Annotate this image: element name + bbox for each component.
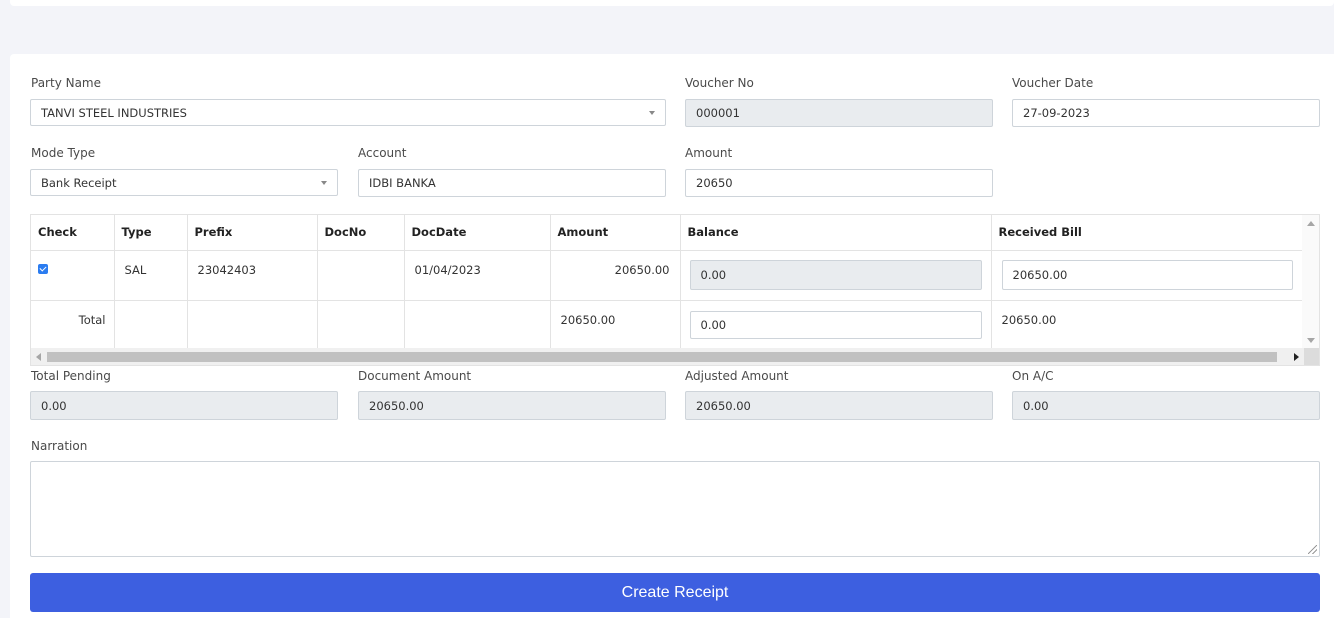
row-prefix: 23042403	[187, 250, 318, 301]
col-header-prefix[interactable]: Prefix	[187, 215, 318, 251]
mode-type-select[interactable]: Bank Receipt	[30, 169, 338, 196]
document-amount-label: Document Amount	[358, 369, 472, 383]
grid-vertical-scrollbar[interactable]	[1302, 215, 1319, 349]
amount-input[interactable]: 20650	[685, 169, 993, 197]
row-checkbox[interactable]	[38, 263, 48, 274]
adjusted-amount-field: 20650.00	[685, 391, 993, 420]
account-value: IDBI BANKA	[369, 176, 436, 190]
bill-table: Check Type Prefix DocNo DocDate Amount B…	[31, 215, 1304, 351]
scroll-thumb[interactable]	[47, 352, 1277, 362]
chevron-down-icon	[321, 180, 327, 185]
row-balance-cell: 0.00	[680, 250, 992, 301]
narration-textarea[interactable]	[30, 461, 1320, 557]
row-docno	[317, 250, 405, 301]
party-name-select[interactable]: TANVI STEEL INDUSTRIES	[30, 99, 666, 126]
row-received-bill-value: 20650.00	[1012, 268, 1068, 282]
document-amount-value: 20650.00	[369, 398, 424, 413]
row-docdate: 01/04/2023	[404, 250, 551, 301]
col-header-check[interactable]: Check	[31, 215, 115, 251]
voucher-no-label: Voucher No	[685, 76, 754, 90]
total-empty-prefix	[187, 300, 318, 351]
col-header-docdate[interactable]: DocDate	[404, 215, 551, 251]
adjusted-amount-value: 20650.00	[696, 398, 751, 413]
grid-horizontal-scrollbar[interactable]	[31, 348, 1319, 365]
scroll-right-icon[interactable]	[1294, 353, 1299, 361]
on-ac-value: 0.00	[1023, 398, 1049, 413]
table-total-row: Total 20650.00 0.00 20650.00	[31, 300, 1304, 351]
total-empty-type	[114, 300, 188, 351]
row-amount: 20650.00	[550, 250, 681, 301]
resize-handle-icon[interactable]	[1308, 545, 1317, 554]
total-amount: 20650.00	[550, 300, 681, 351]
total-balance-input[interactable]: 0.00	[689, 311, 982, 339]
total-balance-value: 0.00	[700, 318, 727, 332]
row-received-cell: 20650.00	[991, 250, 1304, 301]
party-name-value: TANVI STEEL INDUSTRIES	[41, 105, 187, 120]
on-ac-field: 0.00	[1012, 391, 1320, 420]
top-card	[10, 0, 1334, 6]
scroll-up-icon[interactable]	[1307, 221, 1315, 226]
account-label: Account	[358, 146, 407, 160]
voucher-no-value: 000001	[696, 106, 740, 120]
total-received-bill: 20650.00	[991, 300, 1304, 351]
col-header-balance[interactable]: Balance	[680, 215, 992, 251]
bill-grid: Check Type Prefix DocNo DocDate Amount B…	[30, 214, 1320, 366]
narration-label: Narration	[31, 439, 88, 453]
scroll-down-icon[interactable]	[1307, 338, 1315, 343]
total-pending-value: 0.00	[41, 398, 67, 413]
row-type: SAL	[114, 250, 188, 301]
row-received-bill-input[interactable]: 20650.00	[1001, 260, 1293, 290]
col-header-docno[interactable]: DocNo	[317, 215, 405, 251]
total-label: Total	[31, 300, 115, 351]
account-input[interactable]: IDBI BANKA	[358, 169, 666, 197]
table-row: SAL 23042403 01/04/2023 20650.00 0.00 20…	[31, 250, 1304, 301]
mode-type-label: Mode Type	[31, 146, 96, 160]
voucher-no-field: 000001	[685, 99, 993, 127]
total-empty-docdate	[404, 300, 551, 351]
voucher-date-value: 27-09-2023	[1023, 106, 1090, 120]
on-ac-label: On A/C	[1012, 369, 1054, 383]
row-balance-value: 0.00	[700, 268, 727, 282]
total-balance-cell: 0.00	[680, 300, 992, 351]
party-name-label: Party Name	[31, 76, 102, 90]
row-balance-field: 0.00	[689, 260, 982, 290]
scroll-left-icon[interactable]	[36, 353, 41, 361]
amount-value: 20650	[696, 176, 733, 190]
col-header-type[interactable]: Type	[114, 215, 188, 251]
voucher-date-input[interactable]: 27-09-2023	[1012, 99, 1320, 127]
total-pending-field: 0.00	[30, 391, 338, 420]
table-header-row: Check Type Prefix DocNo DocDate Amount B…	[31, 215, 1304, 251]
row-check-cell	[31, 250, 115, 301]
total-pending-label: Total Pending	[31, 369, 111, 383]
amount-label: Amount	[685, 146, 733, 160]
col-header-received-bill[interactable]: Received Bill	[991, 215, 1304, 251]
scroll-corner	[1304, 348, 1319, 365]
total-empty-docno	[317, 300, 405, 351]
create-receipt-button[interactable]: Create Receipt	[30, 573, 1320, 612]
document-amount-field: 20650.00	[358, 391, 666, 420]
adjusted-amount-label: Adjusted Amount	[685, 369, 789, 383]
voucher-date-label: Voucher Date	[1012, 76, 1094, 90]
chevron-down-icon	[649, 110, 655, 115]
mode-type-value: Bank Receipt	[41, 175, 117, 190]
col-header-amount[interactable]: Amount	[550, 215, 681, 251]
